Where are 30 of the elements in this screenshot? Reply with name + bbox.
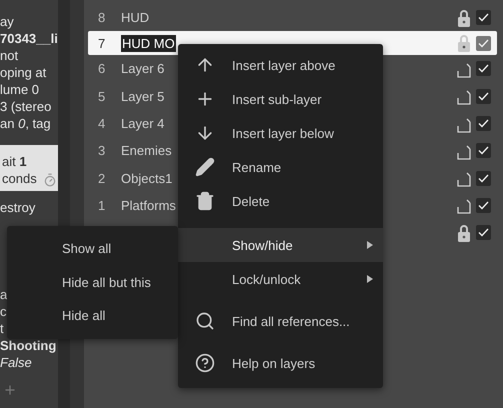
script-text: c xyxy=(0,303,6,320)
layer-number: 4 xyxy=(98,116,106,132)
layer-name: Enemies xyxy=(121,143,172,158)
layer-number: 2 xyxy=(98,170,106,186)
script-text: a xyxy=(0,286,8,303)
layer-name: Layer 4 xyxy=(121,116,164,132)
layer-number: 5 xyxy=(98,88,106,104)
layer-number: 7 xyxy=(98,36,106,51)
layer-name: Layer 5 xyxy=(121,88,164,104)
layer-number: 1 xyxy=(98,198,106,213)
layer-name: Layer 6 xyxy=(121,61,164,76)
layer-number: 8 xyxy=(98,10,106,26)
script-text: Shooting xyxy=(0,337,56,354)
layer-name: Platforms xyxy=(121,198,176,213)
script-text: an 0, tag xyxy=(0,115,51,132)
action-text: conds xyxy=(2,170,37,187)
layer-name: Objects1 xyxy=(121,170,172,186)
script-text: oping at xyxy=(0,64,46,81)
layer-number: 3 xyxy=(98,143,106,158)
script-text: not xyxy=(0,47,18,64)
layer-name: HUD xyxy=(121,10,150,26)
script-text: 70343__li xyxy=(0,30,58,47)
script-text: estroy xyxy=(0,199,36,216)
script-text: t xyxy=(0,320,4,337)
script-text: 3 (stereo xyxy=(0,98,52,115)
script-text: ay xyxy=(0,13,14,30)
script-text: lume 0 xyxy=(0,81,40,98)
action-text: ait 1 xyxy=(2,153,28,170)
layer-number: 6 xyxy=(98,61,106,76)
script-text: False xyxy=(0,354,32,371)
